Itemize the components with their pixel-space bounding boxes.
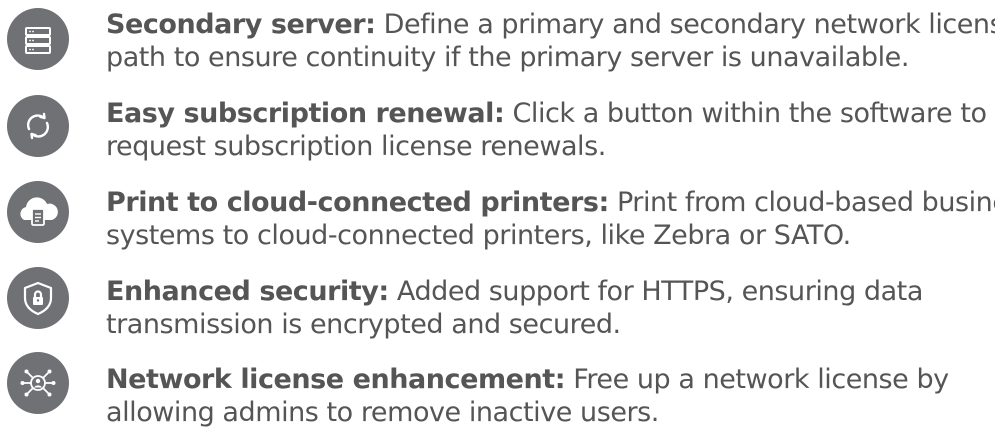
feature-text-line1: Print from cloud-based business bbox=[616, 187, 995, 218]
feature-title: Enhanced security: bbox=[106, 276, 389, 307]
feature-text-line2: systems to cloud-connected printers, lik… bbox=[106, 220, 851, 251]
feature-title: Secondary server: bbox=[106, 9, 376, 40]
feature-text-line1: Free up a network license by bbox=[573, 364, 949, 395]
feature-text-line2: request subscription license renewals. bbox=[106, 131, 606, 162]
feature-title: Easy subscription renewal: bbox=[106, 98, 505, 129]
feature-text-line2: path to ensure continuity if the primary… bbox=[106, 42, 909, 73]
feature-title: Print to cloud-connected printers: bbox=[106, 187, 609, 218]
feature-description: Easy subscription renewal: Click a butto… bbox=[106, 97, 992, 163]
feature-text-line1: Added support for HTTPS, ensuring data bbox=[396, 276, 923, 307]
network-user-icon bbox=[7, 352, 69, 414]
feature-text-line1: Click a button within the software to bbox=[512, 98, 987, 129]
feature-text-line2: allowing admins to remove inactive users… bbox=[106, 397, 659, 428]
feature-text-line2: transmission is encrypted and secured. bbox=[106, 309, 621, 340]
feature-text-line1: Define a primary and secondary network l… bbox=[383, 9, 995, 40]
cloud-document-icon bbox=[7, 181, 69, 243]
feature-description: Network license enhancement: Free up a n… bbox=[106, 363, 992, 429]
shield-lock-icon bbox=[7, 267, 69, 329]
server-icon bbox=[7, 8, 69, 70]
feature-description: Enhanced security: Added support for HTT… bbox=[106, 275, 992, 341]
feature-title: Network license enhancement: bbox=[106, 364, 566, 395]
feature-description: Secondary server: Define a primary and s… bbox=[106, 8, 995, 74]
feature-description: Print to cloud-connected printers: Print… bbox=[106, 186, 995, 252]
refresh-icon bbox=[7, 95, 69, 157]
